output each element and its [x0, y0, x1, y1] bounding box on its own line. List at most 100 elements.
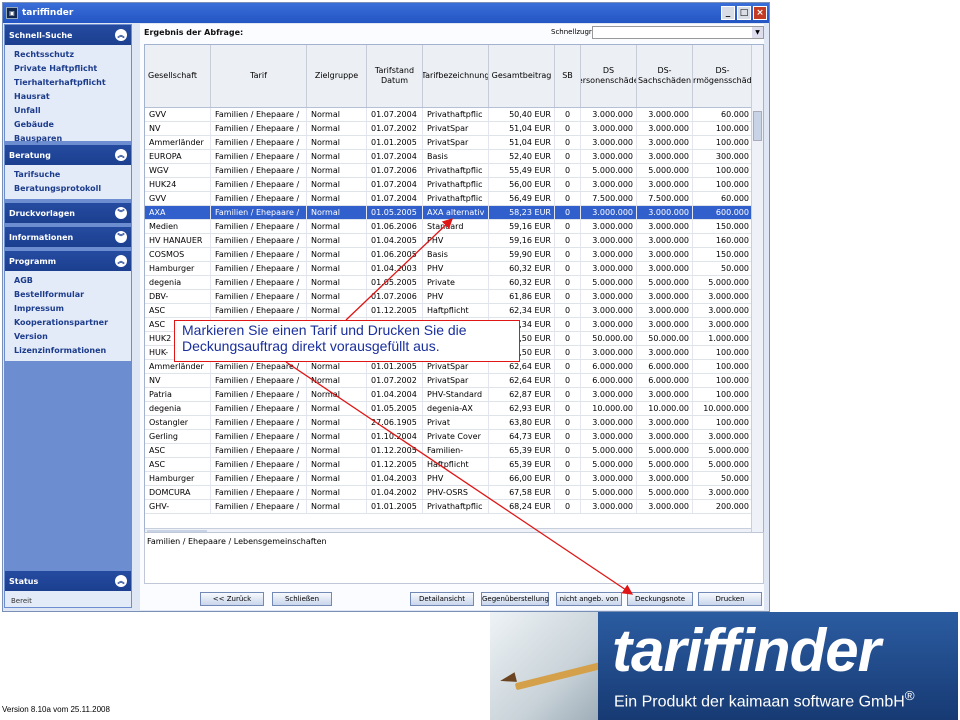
table-cell: 01.05.2005 — [367, 276, 423, 289]
sidebar-item-private-haftpflicht[interactable]: Private Haftpflicht — [14, 62, 131, 76]
expand-icon[interactable]: ︾ — [115, 207, 127, 219]
header-ds-sach[interactable]: DS-Sachschäden — [637, 45, 693, 107]
expand-icon[interactable]: ︾ — [115, 231, 127, 243]
sidebar-item-impressum[interactable]: Impressum — [14, 302, 131, 316]
table-row[interactable]: NV Familien / Ehepaare / Normal 01.07.2002 P… — [145, 122, 753, 136]
section-druckvorlagen[interactable]: Druckvorlagen ︾ — [5, 203, 131, 223]
quickaccess-select[interactable]: ▼ — [592, 26, 764, 39]
sidebar-item-bausparen[interactable]: Bausparen — [14, 132, 131, 146]
header-sb[interactable]: SB — [555, 45, 581, 107]
table-row[interactable]: degenia Familien / Ehepaare / Normal 01.05.… — [145, 402, 753, 416]
table-row[interactable]: HUK24 Familien / Ehepaare / Normal 01.07.20… — [145, 178, 753, 192]
coverage-note-button[interactable]: Deckungsnote — [627, 592, 693, 606]
table-cell: Familien / Ehepaare / — [211, 136, 307, 149]
table-row[interactable]: Ammerländer Familien / Ehepaare / Normal 01… — [145, 360, 753, 374]
table-row[interactable]: Hamburger Familien / Ehepaare / Normal 01.0… — [145, 472, 753, 486]
table-cell: 0 — [555, 248, 581, 261]
table-row[interactable]: GHV- Familien / Ehepaare / Normal 01.01.200… — [145, 500, 753, 514]
section-beratung[interactable]: Beratung ︽ — [5, 145, 131, 165]
header-gesamtbeitrag[interactable]: Gesamtbeitrag — [489, 45, 555, 107]
sidebar-item-tarifsuche[interactable]: Tarifsuche — [14, 168, 131, 182]
table-row[interactable]: GVV Familien / Ehepaare / Normal 01.07.2004… — [145, 108, 753, 122]
table-row[interactable]: COSMOS Familien / Ehepaare / Normal 01.06.2… — [145, 248, 753, 262]
header-gesellschaft[interactable]: Gesellschaft — [145, 45, 211, 107]
table-cell: 60,32 EUR — [489, 276, 555, 289]
collapse-icon[interactable]: ︽ — [115, 149, 127, 161]
detail-view-button[interactable]: Detailansicht — [410, 592, 474, 606]
table-row[interactable]: GVV Familien / Ehepaare / Normal 01.07.2004… — [145, 192, 753, 206]
table-row[interactable]: AXA Familien / Ehepaare / Normal 01.05.2005… — [145, 206, 753, 220]
section-title: Status — [9, 576, 39, 586]
close-button[interactable]: × — [753, 6, 767, 20]
sidebar-item-rechtsschutz[interactable]: Rechtsschutz — [14, 48, 131, 62]
table-row[interactable]: ASC Familien / Ehepaare / Normal 01.12.2005… — [145, 444, 753, 458]
table-cell: GVV — [145, 108, 211, 121]
table-row[interactable]: EUROPA Familien / Ehepaare / Normal 01.07.2… — [145, 150, 753, 164]
table-cell: 600.000 — [693, 206, 753, 219]
header-ds-vermoegen[interactable]: DS-Vermögensschäden — [693, 45, 753, 107]
table-cell: 3.000.000 — [581, 472, 637, 485]
table-cell: 50,40 EUR — [489, 108, 555, 121]
section-status[interactable]: Status ︽ — [5, 571, 131, 591]
dropdown-arrow-icon[interactable]: ▼ — [752, 27, 763, 38]
section-programm[interactable]: Programm ︽ — [5, 251, 131, 271]
header-tarifstand[interactable]: Tarifstand Datum — [367, 45, 423, 107]
not-offered-button[interactable]: nicht angeb. von — [556, 592, 622, 606]
table-cell: 5.000.000 — [637, 458, 693, 471]
sidebar-item-bestellformular[interactable]: Bestellformular — [14, 288, 131, 302]
table-cell: Haftpflicht — [423, 304, 489, 317]
sidebar-item-version[interactable]: Version — [14, 330, 131, 344]
section-informationen[interactable]: Informationen ︾ — [5, 227, 131, 247]
sidebar-item-tierhalterhaftpflicht[interactable]: Tierhalterhaftpflicht — [14, 76, 131, 90]
table-cell: 100.000 — [693, 360, 753, 373]
comparison-button[interactable]: Gegenüberstellung — [481, 592, 549, 606]
back-button[interactable]: << Zurück — [200, 592, 264, 606]
table-row[interactable]: degenia Familien / Ehepaare / Normal 01.05.… — [145, 276, 753, 290]
table-cell: 5.000.000 — [581, 164, 637, 177]
scroll-thumb[interactable] — [753, 111, 762, 141]
collapse-icon[interactable]: ︽ — [115, 575, 127, 587]
table-row[interactable]: Patria Familien / Ehepaare / Normal 01.04.2… — [145, 388, 753, 402]
sidebar-item-kooperationspartner[interactable]: Kooperationspartner — [14, 316, 131, 330]
maximize-button[interactable]: □ — [737, 6, 751, 20]
header-tarif[interactable]: Tarif — [211, 45, 307, 107]
table-cell: 150.000 — [693, 220, 753, 233]
table-row[interactable]: DBV- Familien / Ehepaare / Normal 01.07.200… — [145, 290, 753, 304]
header-ds-personen[interactable]: DS Personenschäden — [581, 45, 637, 107]
minimize-button[interactable]: _ — [721, 6, 735, 20]
table-cell: Normal — [307, 150, 367, 163]
table-cell: 01.05.2005 — [367, 402, 423, 415]
sidebar-item-hausrat[interactable]: Hausrat — [14, 90, 131, 104]
sidebar-item-unfall[interactable]: Unfall — [14, 104, 131, 118]
table-cell: 66,00 EUR — [489, 472, 555, 485]
header-zielgruppe[interactable]: Zielgruppe — [307, 45, 367, 107]
collapse-icon[interactable]: ︽ — [115, 255, 127, 267]
table-row[interactable]: Ammerländer Familien / Ehepaare / Normal 01… — [145, 136, 753, 150]
table-row[interactable]: Medien Familien / Ehepaare / Normal 01.06.2… — [145, 220, 753, 234]
table-cell: Familien / Ehepaare / — [211, 164, 307, 177]
header-tarifbezeichnung[interactable]: Tarifbezeichnung — [423, 45, 489, 107]
table-row[interactable]: Hamburger Familien / Ehepaare / Normal 01.0… — [145, 262, 753, 276]
table-row[interactable]: Ostangler Familien / Ehepaare / Normal 27.0… — [145, 416, 753, 430]
close-app-button[interactable]: Schließen — [272, 592, 332, 606]
collapse-icon[interactable]: ︽ — [115, 29, 127, 41]
sidebar-item-agb[interactable]: AGB — [14, 274, 131, 288]
table-row[interactable]: DOMCURA Familien / Ehepaare / Normal 01.04.… — [145, 486, 753, 500]
table-row[interactable]: ASC Familien / Ehepaare / Normal 01.12.2005… — [145, 304, 753, 318]
table-row[interactable]: WGV Familien / Ehepaare / Normal 01.07.2006… — [145, 164, 753, 178]
table-cell: 3.000.000 — [581, 150, 637, 163]
table-row[interactable]: Gerling Familien / Ehepaare / Normal 01.10.… — [145, 430, 753, 444]
table-row[interactable]: ASC Familien / Ehepaare / Normal 01.12.2005… — [145, 458, 753, 472]
sidebar-item-gebaeude[interactable]: Gebäude — [14, 118, 131, 132]
sidebar-item-beratungsprotokoll[interactable]: Beratungsprotokoll — [14, 182, 131, 196]
table-row[interactable]: NV Familien / Ehepaare / Normal 01.07.2002 P… — [145, 374, 753, 388]
vertical-scrollbar[interactable] — [751, 45, 763, 537]
section-schnell-suche[interactable]: Schnell-Suche ︽ — [5, 25, 131, 45]
sidebar-item-lizenzinformationen[interactable]: Lizenzinformationen — [14, 344, 131, 358]
print-button[interactable]: Drucken — [698, 592, 762, 606]
table-row[interactable]: HV HANAUER Familien / Ehepaare / Normal 01.… — [145, 234, 753, 248]
table-cell: Normal — [307, 122, 367, 135]
table-cell: 0 — [555, 318, 581, 331]
table-cell: 0 — [555, 500, 581, 513]
table-cell: Normal — [307, 458, 367, 471]
